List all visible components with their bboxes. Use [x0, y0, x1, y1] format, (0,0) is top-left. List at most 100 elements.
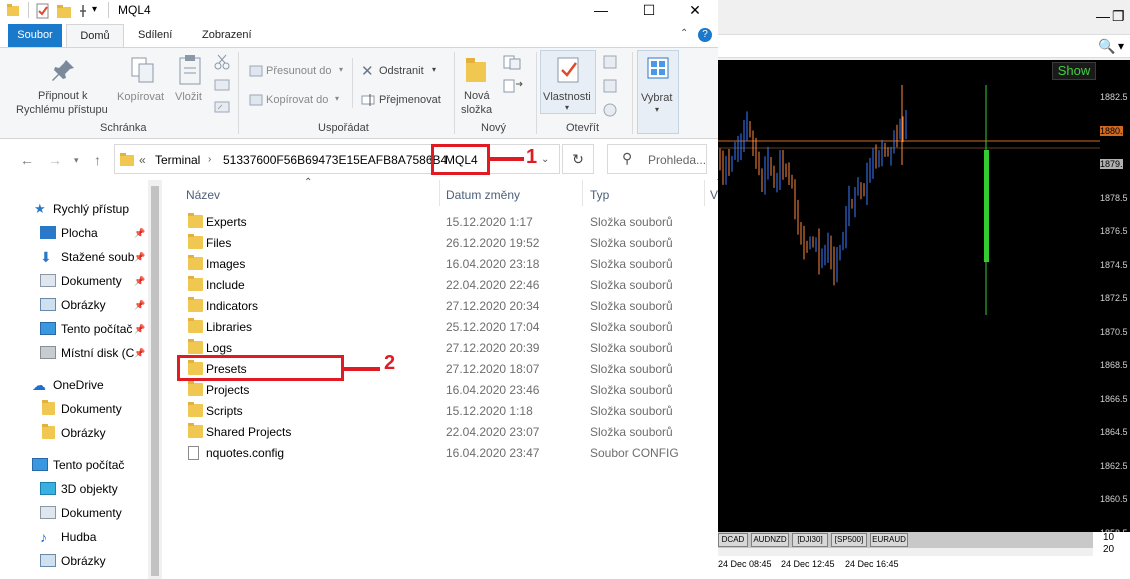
tab-soubor[interactable]: Soubor	[8, 24, 62, 48]
column-header-type[interactable]: Typ	[590, 188, 609, 202]
maximize-button[interactable]: ☐	[632, 0, 666, 22]
paste-label: Vložit	[175, 91, 202, 103]
scrollbar-thumb[interactable]	[151, 186, 159, 576]
back-arrow-icon[interactable]: ←	[20, 152, 34, 168]
file-row[interactable]: Indicators 27.12.2020 20:34 Složka soubo…	[182, 296, 712, 317]
nav-this-pc[interactable]: Tento počítač	[0, 454, 148, 476]
open-icon[interactable]	[602, 54, 620, 73]
file-row[interactable]: Experts 15.12.2020 1:17 Složka souborů	[182, 212, 712, 233]
folder-icon	[188, 213, 203, 228]
nav-item-3d-objects[interactable]: 3D objekty	[0, 478, 148, 500]
column-separator[interactable]	[439, 180, 440, 206]
column-separator[interactable]	[582, 180, 583, 206]
tab-domu[interactable]: Domů	[66, 24, 124, 48]
search-icon[interactable]: 🔍	[1098, 38, 1115, 55]
file-name: nquotes.config	[206, 446, 285, 460]
nav-onedrive[interactable]: ☁ OneDrive	[0, 374, 148, 396]
chevron-up-icon[interactable]: ⌃	[680, 28, 688, 39]
new-item-icon[interactable]	[502, 54, 524, 73]
file-name: Projects	[206, 383, 250, 397]
new-folder-quick-icon[interactable]	[56, 3, 72, 22]
file-row[interactable]: Files 26.12.2020 19:52 Složka souborů	[182, 233, 712, 254]
nav-scrollbar[interactable]	[148, 180, 162, 579]
copy-path-icon[interactable]	[214, 78, 230, 95]
file-type: Složka souborů	[590, 257, 673, 271]
help-icon[interactable]: ?	[698, 28, 712, 42]
easy-access-icon[interactable]	[502, 78, 524, 97]
pin-quick-icon[interactable]	[76, 3, 90, 22]
recent-dropdown-icon[interactable]: ▾	[74, 155, 79, 166]
clipboard-icon	[178, 54, 202, 89]
address-dropdown-icon[interactable]: ⌄	[541, 154, 549, 165]
nav-item-desktop[interactable]: Plocha 📌	[0, 222, 148, 244]
nav-item-onedrive-documents[interactable]: Dokumenty	[0, 398, 148, 420]
search-placeholder: Prohleda...	[648, 153, 707, 167]
folder-icon	[188, 255, 203, 270]
nav-item-documents[interactable]: Dokumenty 📌	[0, 270, 148, 292]
symbol-tab[interactable]: AUDNZD	[751, 533, 789, 547]
nav-label: OneDrive	[53, 378, 104, 392]
file-row[interactable]: Scripts 15.12.2020 1:18 Složka souborů	[182, 401, 712, 422]
terminal-minimize-icon[interactable]: —	[1096, 8, 1110, 24]
tab-zobrazeni[interactable]: Zobrazení	[192, 24, 262, 48]
column-header-size[interactable]: V	[710, 188, 718, 202]
file-row[interactable]: Projects 16.04.2020 23:46 Složka souborů	[182, 380, 712, 401]
annotation-number-1: 1	[526, 146, 538, 168]
nav-item-music[interactable]: ♪ Hudba	[0, 526, 148, 548]
chevron-down-icon[interactable]: ▾	[1118, 39, 1124, 53]
symbol-tab[interactable]: [SP500]	[831, 533, 867, 547]
breadcrumb-overflow[interactable]: «	[139, 153, 146, 167]
nav-item-pictures[interactable]: Obrázky 📌	[0, 294, 148, 316]
pictures-icon	[40, 298, 56, 311]
file-row[interactable]: Images 16.04.2020 23:18 Složka souborů	[182, 254, 712, 275]
breadcrumb-terminal-id[interactable]: 51337600F56B69473E15EAFB8A7586B4	[223, 153, 447, 167]
column-header-name[interactable]: Název	[186, 188, 220, 202]
nav-item-this-pc-pinned[interactable]: Tento počítač 📌	[0, 318, 148, 340]
refresh-button[interactable]: ↻	[562, 144, 594, 174]
nav-item-local-disk[interactable]: Místní disk (C 📌	[0, 342, 148, 364]
column-header-date[interactable]: Datum změny	[446, 188, 520, 202]
drive-icon	[40, 346, 56, 359]
paste-shortcut-icon[interactable]	[214, 100, 230, 117]
trading-terminal: — ❐ 🔍 ▾ Show 1882.5 1880. 1879. 1878.5 1876.…	[700, 0, 1130, 579]
minimize-button[interactable]: —	[584, 0, 618, 22]
up-arrow-icon[interactable]: ↑	[94, 152, 101, 168]
file-row[interactable]: Libraries 25.12.2020 17:04 Složka soubor…	[182, 317, 712, 338]
breadcrumb-terminal[interactable]: Terminal	[155, 153, 200, 167]
symbol-tab[interactable]: DCAD	[718, 533, 748, 547]
price-chart[interactable]: Show 1882.5 1880. 1879. 1878.5 1876.5 1874.5 1…	[718, 60, 1130, 571]
file-row[interactable]: Include 22.04.2020 22:46 Složka souborů	[182, 275, 712, 296]
nav-item-downloads[interactable]: ⬇ Stažené soub 📌	[0, 246, 148, 268]
nav-quick-access[interactable]: ★ Rychlý přístup	[0, 198, 148, 220]
cut-icon[interactable]	[214, 54, 230, 73]
signal-bar	[984, 150, 989, 262]
terminal-restore-icon[interactable]: ❐	[1112, 8, 1125, 25]
breadcrumb-separator-icon[interactable]: ›	[208, 154, 211, 165]
properties-quick-icon[interactable]	[34, 3, 50, 22]
close-button[interactable]: ✕	[678, 0, 712, 22]
file-name: Experts	[206, 215, 247, 229]
customize-dropdown-icon[interactable]: ▾	[92, 4, 97, 15]
folder-icon	[188, 318, 203, 333]
show-button[interactable]: Show	[1052, 62, 1096, 80]
file-name: Logs	[206, 341, 233, 355]
forward-arrow-icon[interactable]: →	[48, 152, 62, 168]
file-row[interactable]: Shared Projects 22.04.2020 23:07 Složka …	[182, 422, 712, 443]
history-icon[interactable]	[602, 102, 620, 121]
symbol-tab[interactable]: [DJI30]	[792, 533, 828, 547]
tab-sdileni[interactable]: Sdílení	[128, 24, 182, 48]
documents-icon	[40, 506, 56, 519]
properties-button[interactable]: Vlastnosti ▾	[540, 50, 596, 114]
nav-item-onedrive-pictures[interactable]: Obrázky	[0, 422, 148, 444]
nav-item-pc-documents[interactable]: Dokumenty	[0, 502, 148, 524]
search-box[interactable]: ⚲ Prohleda...	[607, 144, 707, 174]
pin-icon: 📌	[134, 300, 146, 310]
nav-label: Dokumenty	[61, 274, 122, 288]
select-button[interactable]: Vybrat ▾	[637, 50, 679, 134]
symbol-tab[interactable]: EURAUD	[870, 533, 908, 547]
folder-icon	[188, 297, 203, 312]
file-row[interactable]: nquotes.config 16.04.2020 23:47 Soubor C…	[182, 443, 712, 464]
column-separator[interactable]	[704, 180, 705, 206]
edit-icon[interactable]	[602, 78, 620, 97]
nav-item-pc-pictures[interactable]: Obrázky	[0, 550, 148, 572]
